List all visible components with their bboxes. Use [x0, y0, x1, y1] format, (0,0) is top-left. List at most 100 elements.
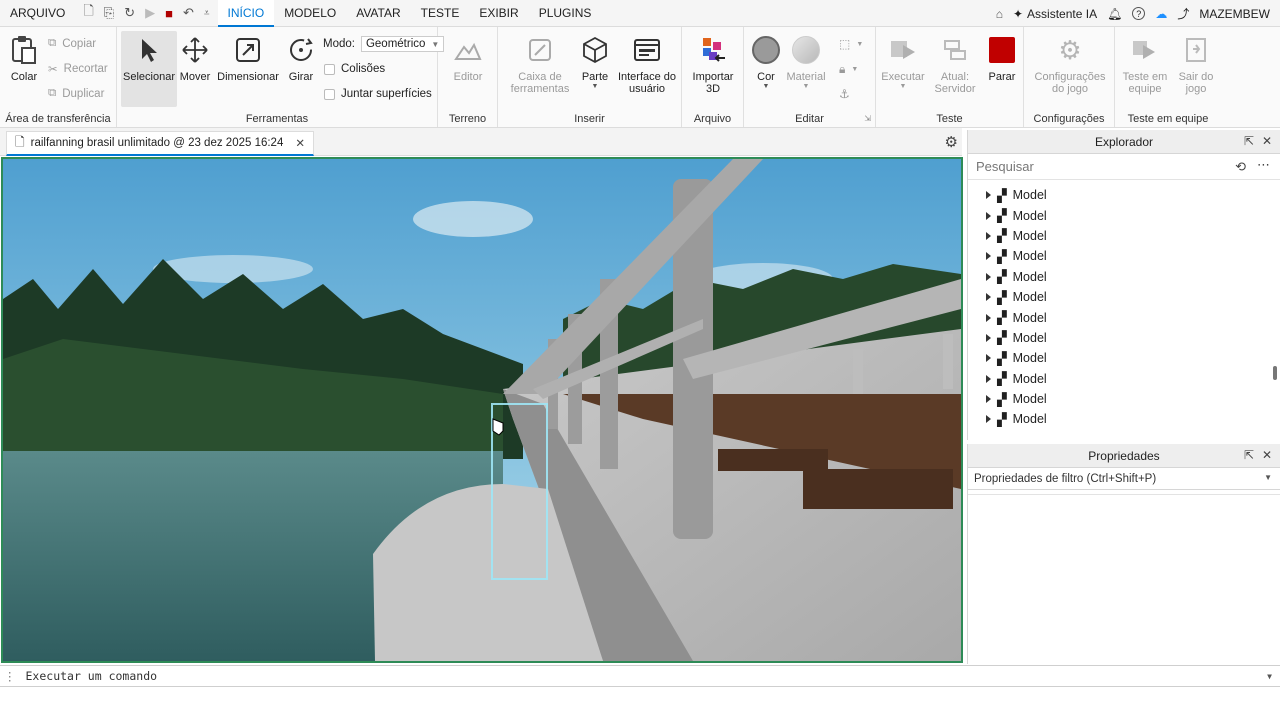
copy-button[interactable]: ⧉ Copiar: [48, 37, 96, 50]
move-tool[interactable]: Mover: [179, 35, 211, 83]
tree-item[interactable]: ▞ Model: [968, 409, 1280, 429]
expand-arrow-icon[interactable]: [986, 395, 991, 404]
group-icon[interactable]: ⬚ ▼: [839, 37, 863, 51]
expand-arrow-icon[interactable]: [986, 354, 991, 363]
tree-item[interactable]: ▞ Model: [968, 287, 1280, 307]
expand-arrow-icon[interactable]: [986, 231, 991, 240]
play-icon[interactable]: ▶: [145, 5, 155, 21]
share-icon[interactable]: ⤴: [1177, 5, 1189, 22]
explorer-search[interactable]: Pesquisar ⟲ ⋯: [968, 154, 1280, 180]
exit-game-button[interactable]: Sair do jogo: [1175, 35, 1217, 95]
tree-item[interactable]: ▞ Model: [968, 369, 1280, 389]
tree-item[interactable]: ▞ Model: [968, 267, 1280, 287]
cut-button[interactable]: ✂ Recortar: [48, 62, 108, 76]
toolbox-button[interactable]: Caixa de ferramentas: [506, 35, 574, 95]
menu-avatar[interactable]: AVATAR: [346, 0, 410, 27]
close-icon[interactable]: ✕: [1262, 134, 1272, 148]
help-icon[interactable]: ?: [1132, 7, 1146, 20]
part-button[interactable]: Parte ▼: [580, 35, 610, 90]
popout-icon[interactable]: ⇱: [1244, 448, 1254, 462]
chevron-down-icon[interactable]: ▼: [1264, 473, 1272, 482]
history-icon[interactable]: ⟲: [1235, 159, 1246, 175]
anchor-icon[interactable]: ⚓︎: [839, 87, 850, 101]
popout-icon[interactable]: ⇱: [1244, 134, 1254, 148]
game-settings-button[interactable]: ⚙ Configurações do jogo: [1032, 35, 1108, 96]
lock-dropdown-icon[interactable]: ▼: [851, 66, 858, 73]
join-surfaces-checkbox[interactable]: [324, 88, 335, 100]
expand-arrow-icon[interactable]: [986, 252, 991, 261]
material-dropdown-icon[interactable]: ▼: [784, 83, 828, 90]
stop-button[interactable]: Parar: [984, 35, 1020, 83]
terrain-editor-button[interactable]: Editor: [450, 35, 486, 83]
run-button[interactable]: Executar ▼: [880, 35, 926, 90]
3d-viewport[interactable]: [1, 157, 963, 663]
paste-button[interactable]: Colar: [6, 35, 42, 83]
tree-item[interactable]: ▞ Model: [968, 328, 1280, 348]
save-icon[interactable]: ⎘: [104, 5, 114, 21]
properties-filter-input[interactable]: Propriedades de filtro (Ctrl+Shift+P): [974, 473, 1156, 485]
user-interface-button[interactable]: Interface do usuário: [616, 35, 678, 95]
expand-arrow-icon[interactable]: [986, 211, 991, 220]
expand-arrow-icon[interactable]: [986, 333, 991, 342]
assistant-button[interactable]: ✦ Assistente IA: [1013, 7, 1097, 21]
tree-item[interactable]: ▞ Model: [968, 205, 1280, 225]
select-tool[interactable]: Selecionar: [121, 31, 177, 107]
scale-tool[interactable]: Dimensionar: [217, 35, 279, 83]
color-button[interactable]: Cor ▼: [750, 35, 782, 90]
new-file-icon[interactable]: 🗋: [83, 2, 93, 24]
lock-icon[interactable]: 🔒︎ ▼: [839, 62, 858, 77]
tree-item[interactable]: ▞ Model: [968, 348, 1280, 368]
team-test-button[interactable]: Teste em equipe: [1121, 35, 1169, 95]
part-dropdown-icon[interactable]: ▼: [580, 83, 610, 90]
expand-arrow-icon[interactable]: [986, 191, 991, 200]
menu-modelo[interactable]: MODELO: [274, 0, 346, 27]
rotate-tool[interactable]: Girar: [285, 35, 317, 83]
customize-icon[interactable]: ⩡: [204, 8, 210, 19]
menu-arquivo[interactable]: ARQUIVO: [0, 0, 75, 27]
cloud-icon[interactable]: ☁: [1155, 7, 1167, 21]
menu-exibir[interactable]: EXIBIR: [469, 0, 528, 27]
notifications-icon[interactable]: 🔔︎: [1107, 7, 1122, 21]
tree-item[interactable]: ▞ Model: [968, 389, 1280, 409]
expand-arrow-icon[interactable]: [986, 313, 991, 322]
drag-handle-icon[interactable]: ⋮: [0, 669, 20, 683]
expand-group-icon[interactable]: ⇲: [864, 114, 871, 123]
properties-filter[interactable]: Propriedades de filtro (Ctrl+Shift+P) ▼: [968, 468, 1280, 490]
undo-icon[interactable]: ↶: [183, 5, 194, 21]
duplicate-button[interactable]: ⧉ Duplicar: [48, 87, 104, 100]
close-tab-icon[interactable]: ✕: [295, 136, 305, 150]
explorer-scrollbar[interactable]: [1273, 366, 1277, 380]
menu-plugins[interactable]: PLUGINS: [529, 0, 602, 27]
redo-icon[interactable]: ↻: [124, 5, 135, 21]
document-tab[interactable]: 🗋 railfanning brasil unlimitado @ 23 dez…: [6, 131, 314, 156]
material-button[interactable]: Material ▼: [784, 35, 828, 90]
more-options-icon[interactable]: ⋯: [1257, 157, 1270, 173]
viewport-settings-icon[interactable]: ⚙: [945, 133, 958, 151]
run-dropdown-icon[interactable]: ▼: [880, 83, 926, 90]
update-server-button[interactable]: Atual: Servidor: [932, 35, 978, 95]
mode-dropdown[interactable]: Geométrico ▼: [360, 36, 445, 52]
command-input[interactable]: Executar um comando: [20, 669, 158, 683]
collisions-checkbox[interactable]: [324, 63, 335, 75]
close-icon[interactable]: ✕: [1262, 448, 1272, 462]
import-3d-button[interactable]: Importar 3D: [688, 35, 738, 95]
tree-item[interactable]: ▞ Model: [968, 246, 1280, 266]
color-dropdown-icon[interactable]: ▼: [750, 83, 782, 90]
collapse-ribbon-icon[interactable]: ⌂: [996, 7, 1003, 21]
collisions-toggle[interactable]: Colisões: [324, 63, 385, 75]
explorer-search-input[interactable]: Pesquisar: [976, 159, 1034, 174]
expand-arrow-icon[interactable]: [986, 293, 991, 302]
expand-arrow-icon[interactable]: [986, 272, 991, 281]
tree-item[interactable]: ▞ Model: [968, 307, 1280, 327]
stop-icon[interactable]: ■: [165, 6, 173, 21]
join-surfaces-toggle[interactable]: Juntar superfícies: [324, 88, 432, 100]
chevron-down-icon[interactable]: ▼: [1267, 672, 1272, 681]
expand-arrow-icon[interactable]: [986, 374, 991, 383]
group-dropdown-icon[interactable]: ▼: [856, 41, 863, 48]
menu-teste[interactable]: TESTE: [411, 0, 470, 27]
username[interactable]: MAZEMBEW: [1199, 7, 1270, 21]
tree-item[interactable]: ▞ Model: [968, 185, 1280, 205]
tree-item[interactable]: ▞ Model: [968, 226, 1280, 246]
expand-arrow-icon[interactable]: [986, 415, 991, 424]
menu-inicio[interactable]: INÍCIO: [217, 0, 275, 27]
